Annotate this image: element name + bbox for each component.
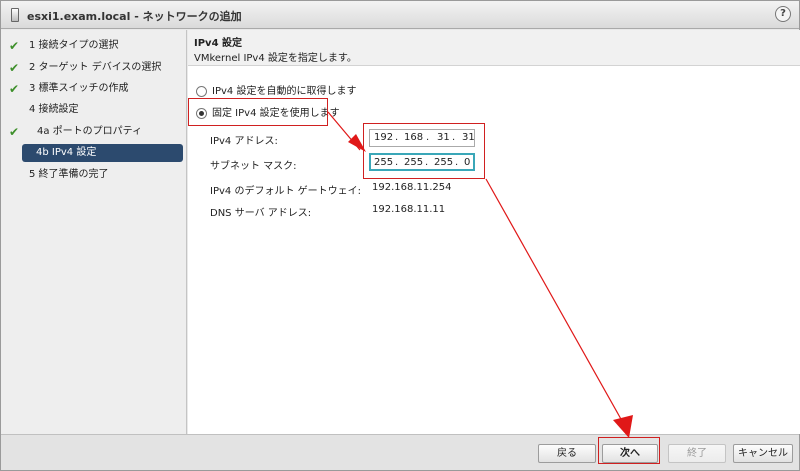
main-content: IPv4 設定 VMkernel IPv4 設定を指定します。 IPv4 設定を… xyxy=(188,30,800,434)
step-label: 4b IPv4 設定 xyxy=(36,147,97,158)
check-icon: ✔ xyxy=(9,82,20,96)
step-label: 1 接続タイプの選択 xyxy=(29,40,119,51)
step-ipv4-settings[interactable]: 4b IPv4 設定 xyxy=(22,144,183,162)
title-bar: esxi1.exam.local - ネットワークの追加 ? xyxy=(1,1,799,29)
page-header: IPv4 設定 VMkernel IPv4 設定を指定します。 xyxy=(188,30,800,66)
add-network-dialog: esxi1.exam.local - ネットワークの追加 ? ✔ 1 接続タイプ… xyxy=(0,0,800,471)
step-label: 4a ポートのプロパティ xyxy=(37,126,143,137)
check-icon: ✔ xyxy=(9,39,20,53)
help-icon[interactable]: ? xyxy=(775,6,791,22)
finish-button[interactable]: 終了 xyxy=(668,444,726,463)
dialog-footer: 戻る 次へ 終了 キャンセル xyxy=(1,434,799,470)
radio-button[interactable] xyxy=(196,86,207,97)
check-icon: ✔ xyxy=(9,61,20,75)
annotation-box-next-button xyxy=(598,437,660,464)
window-title: esxi1.exam.local - ネットワークの追加 xyxy=(27,10,242,23)
step-label: 5 終了準備の完了 xyxy=(29,169,109,180)
server-host-icon xyxy=(11,8,19,22)
annotation-box-static-option xyxy=(188,98,328,126)
step-label: 3 標準スイッチの作成 xyxy=(29,83,129,94)
subnet-mask-label: サブネット マスク: xyxy=(210,161,297,172)
ipv4-address-label: IPv4 アドレス: xyxy=(210,136,278,147)
page-subtitle: VMkernel IPv4 設定を指定します。 xyxy=(194,53,357,64)
back-button[interactable]: 戻る xyxy=(538,444,596,463)
page-title: IPv4 設定 xyxy=(194,38,243,49)
wizard-steps-sidebar: ✔ 1 接続タイプの選択 ✔ 2 ターゲット デバイスの選択 ✔ 3 標準スイッ… xyxy=(1,30,187,434)
default-gateway-label: IPv4 のデフォルト ゲートウェイ: xyxy=(210,186,361,197)
cancel-button[interactable]: キャンセル xyxy=(733,444,793,463)
annotation-box-ip-fields xyxy=(363,123,485,179)
dns-server-label: DNS サーバ アドレス: xyxy=(210,208,312,219)
default-gateway-value: 192.168.11.254 xyxy=(372,182,452,193)
step-label: 4 接続設定 xyxy=(29,104,79,115)
step-label: 2 ターゲット デバイスの選択 xyxy=(29,62,162,73)
check-icon: ✔ xyxy=(9,125,20,139)
dns-server-value: 192.168.11.11 xyxy=(372,204,446,215)
